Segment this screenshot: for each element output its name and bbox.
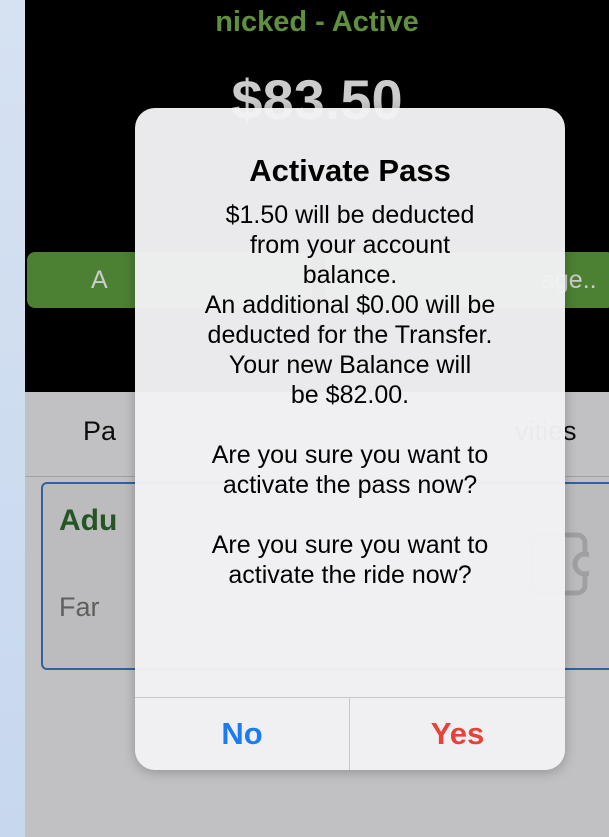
dialog-question-ride: Are you sure you want to <box>211 531 489 559</box>
app-screen: nicked - Active $83.50 A age.. Pa vities… <box>25 0 609 837</box>
dialog-message-line: Your new Balance will <box>228 351 472 379</box>
dialog-question-ride-2: activate the ride now? <box>228 561 472 589</box>
dialog-gap <box>149 410 551 440</box>
dialog-question-pass-2: activate the pass now? <box>222 471 478 499</box>
activate-pass-dialog: Activate Pass $1.50 will be deducted fro… <box>135 108 565 770</box>
dialog-message-line: deducted for the Transfer. <box>207 321 493 349</box>
left-window-strip <box>0 0 25 837</box>
dialog-message-line: from your account <box>249 231 451 259</box>
dialog-message-line: $1.50 will be deducted <box>225 201 475 229</box>
no-button[interactable]: No <box>135 698 350 770</box>
dialog-question-pass: Are you sure you want to <box>211 441 489 469</box>
dialog-message-line: balance. <box>302 261 398 289</box>
dialog-gap <box>149 500 551 530</box>
dialog-message-line: An additional $0.00 will be <box>204 291 496 319</box>
dialog-message: $1.50 will be deducted from your account… <box>149 200 551 590</box>
dialog-actions: No Yes <box>135 697 565 770</box>
yes-button[interactable]: Yes <box>350 698 565 770</box>
dialog-message-line: be $82.00. <box>290 381 410 409</box>
dialog-title: Activate Pass <box>249 153 451 188</box>
